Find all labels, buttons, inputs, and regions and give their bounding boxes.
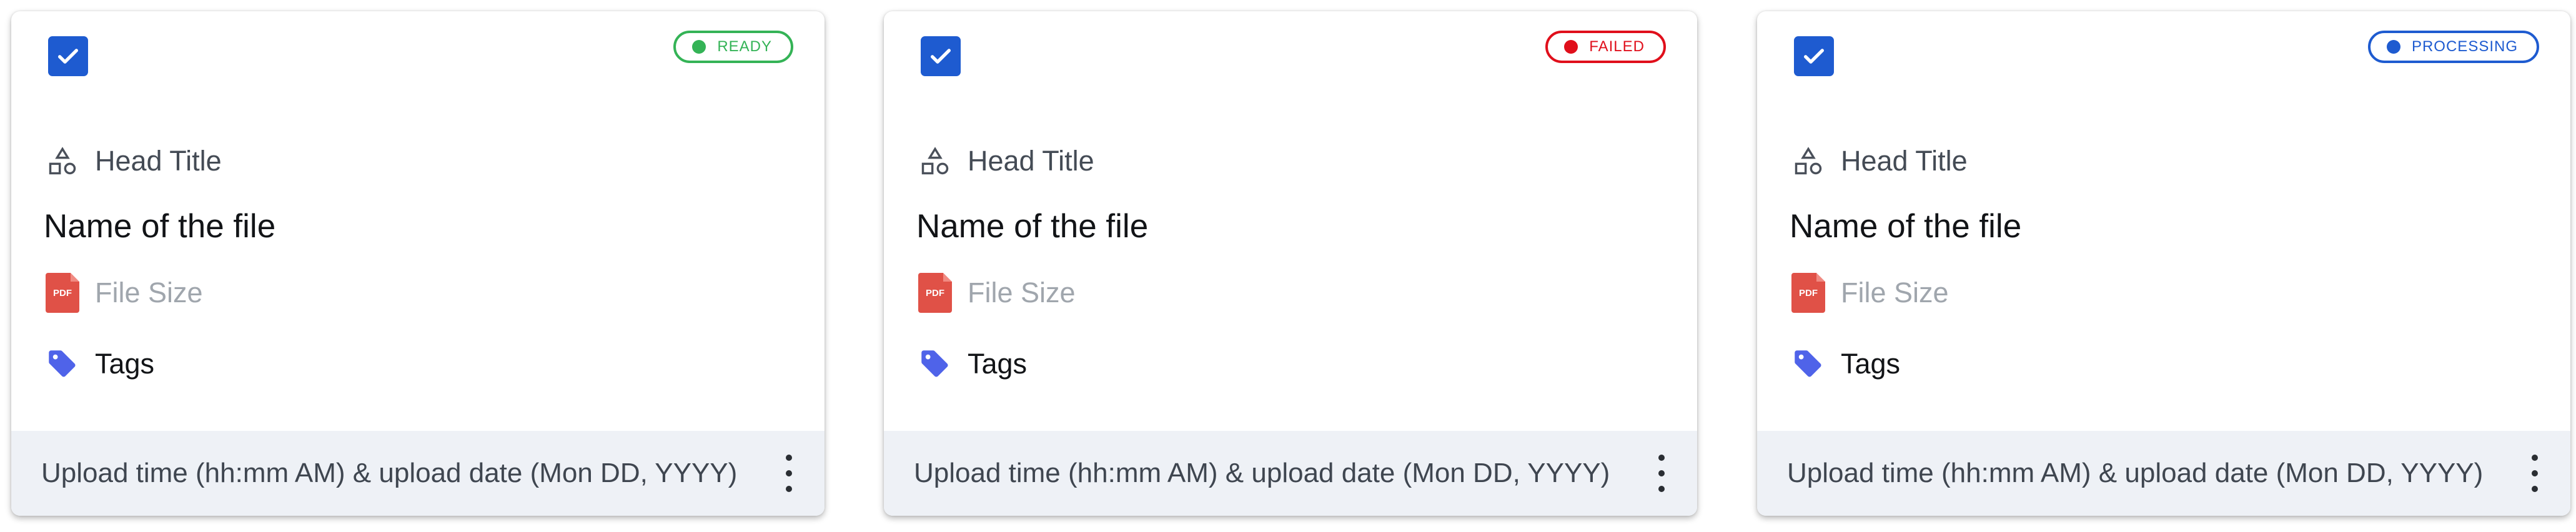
file-type-label: PDF (1791, 273, 1825, 313)
more-vertical-icon[interactable] (1652, 455, 1671, 492)
head-title: Head Title (968, 145, 1094, 177)
tags-label: Tags (1841, 348, 1901, 380)
file-card[interactable]: FAILED Head Title Name of the file PDF F… (884, 11, 1697, 516)
file-type-label: PDF (918, 273, 952, 313)
tag-icon (44, 345, 81, 383)
file-name: Name of the file (916, 208, 1149, 245)
shapes-icon (44, 142, 81, 180)
card-footer: Upload time (hh:mm AM) & upload date (Mo… (884, 431, 1697, 516)
file-size: File Size (968, 277, 1076, 308)
status-badge: FAILED (1545, 31, 1666, 63)
select-checkbox[interactable] (1794, 36, 1834, 76)
file-card[interactable]: PROCESSING Head Title Name of the file P… (1757, 11, 2570, 516)
check-icon (931, 49, 951, 64)
tags-row: Tags (916, 345, 1027, 383)
status-badge: PROCESSING (2367, 31, 2539, 63)
tags-label: Tags (95, 348, 155, 380)
status-dot-icon (2386, 40, 2400, 54)
status-dot-icon (692, 40, 706, 54)
status-label: PROCESSING (2411, 38, 2518, 55)
upload-timestamp: Upload time (hh:mm AM) & upload date (Mo… (41, 458, 738, 488)
tag-icon (916, 345, 954, 383)
check-icon (1804, 49, 1824, 64)
check-icon (58, 49, 79, 64)
file-size-row: PDF File Size (916, 273, 1076, 313)
head-title-row: Head Title (44, 142, 222, 180)
status-dot-icon (1564, 40, 1578, 54)
card-footer: Upload time (hh:mm AM) & upload date (Mo… (1757, 431, 2570, 516)
head-title-row: Head Title (1790, 142, 1968, 180)
tags-row: Tags (1790, 345, 1900, 383)
file-type-label: PDF (46, 273, 79, 313)
status-label: READY (717, 38, 772, 55)
head-title: Head Title (95, 145, 222, 177)
pdf-file-icon: PDF (1790, 273, 1827, 313)
file-size-row: PDF File Size (44, 273, 203, 313)
file-name: Name of the file (1790, 208, 2022, 245)
pdf-file-icon: PDF (44, 273, 81, 313)
file-size: File Size (95, 277, 203, 308)
select-checkbox[interactable] (921, 36, 961, 76)
more-vertical-icon[interactable] (2525, 455, 2544, 492)
shapes-icon (1790, 142, 1827, 180)
file-size: File Size (1841, 277, 1949, 308)
upload-timestamp: Upload time (hh:mm AM) & upload date (Mo… (1787, 458, 2484, 488)
more-vertical-icon[interactable] (780, 455, 798, 492)
select-checkbox[interactable] (48, 36, 88, 76)
status-label: FAILED (1589, 38, 1645, 55)
upload-timestamp: Upload time (hh:mm AM) & upload date (Mo… (914, 458, 1610, 488)
head-title: Head Title (1841, 145, 1968, 177)
status-badge: READY (673, 31, 793, 63)
card-footer: Upload time (hh:mm AM) & upload date (Mo… (11, 431, 825, 516)
tag-icon (1790, 345, 1827, 383)
file-card-list: READY Head Title Name of the file PDF Fi… (0, 0, 2576, 532)
tags-row: Tags (44, 345, 154, 383)
file-card[interactable]: READY Head Title Name of the file PDF Fi… (11, 11, 825, 516)
pdf-file-icon: PDF (916, 273, 954, 313)
head-title-row: Head Title (916, 142, 1094, 180)
shapes-icon (916, 142, 954, 180)
file-name: Name of the file (44, 208, 276, 245)
tags-label: Tags (968, 348, 1028, 380)
file-size-row: PDF File Size (1790, 273, 1949, 313)
